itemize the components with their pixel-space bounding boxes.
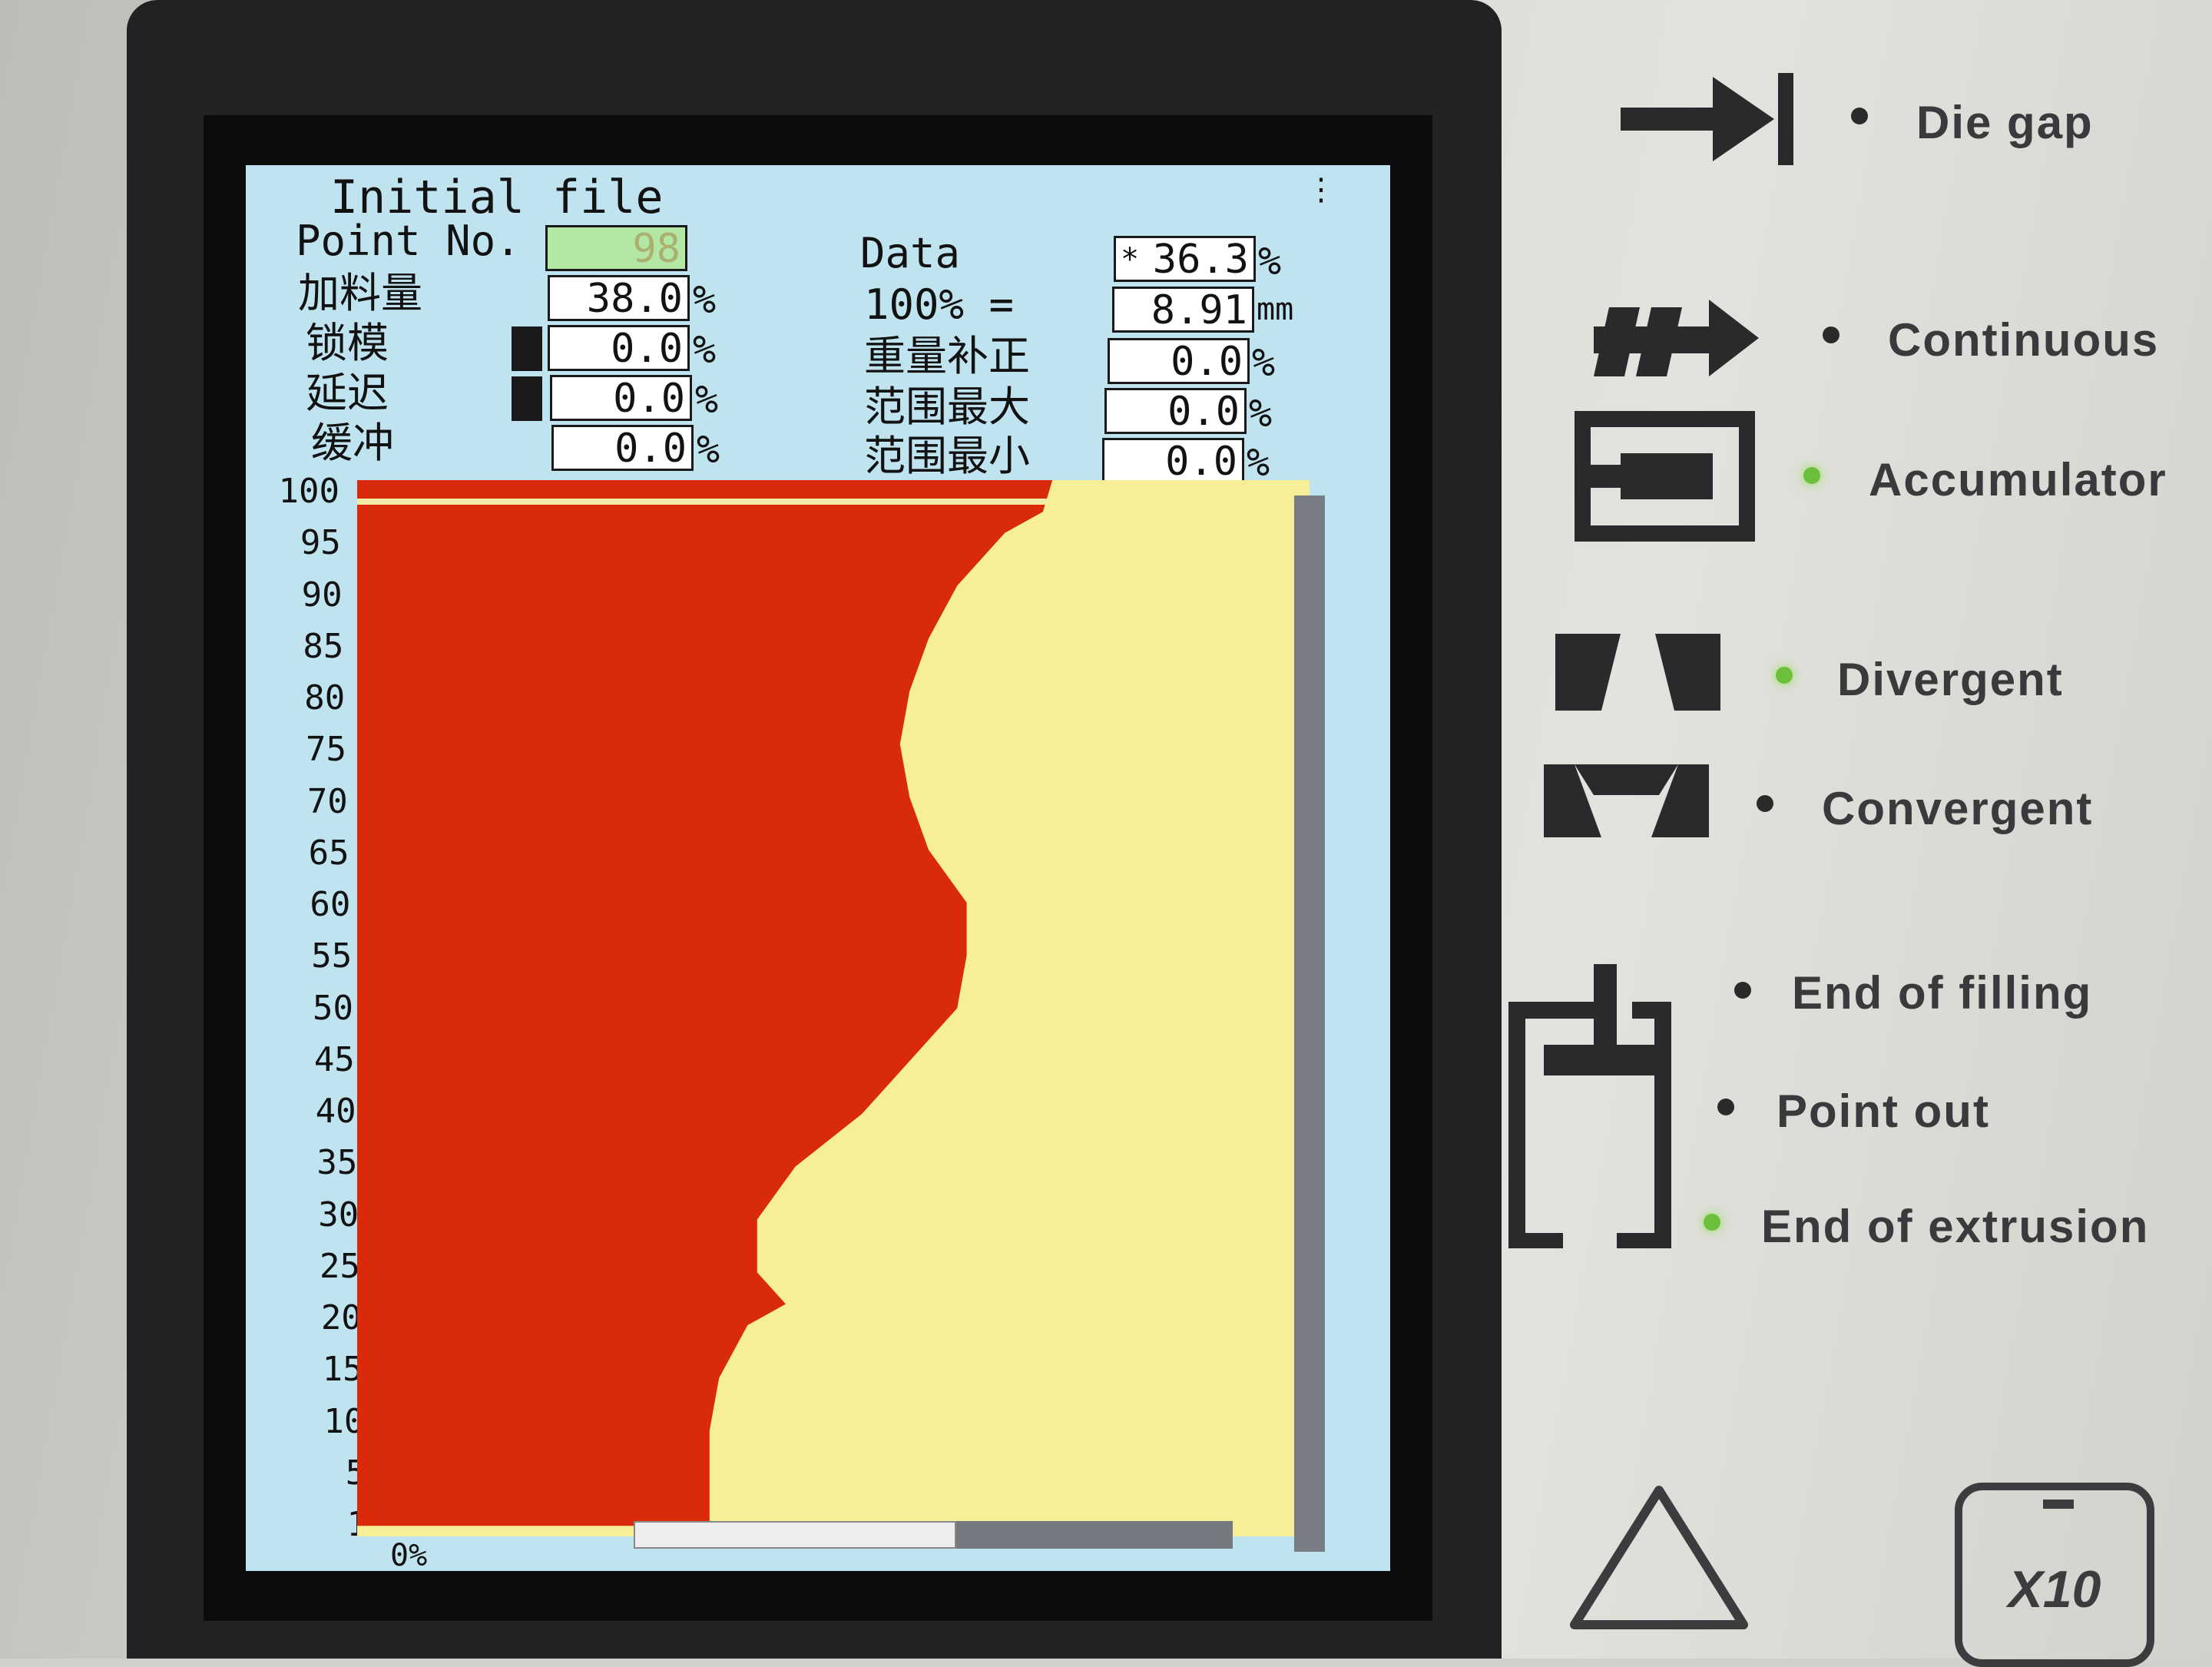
convergent-label[interactable]: Convergent (1822, 782, 2093, 835)
data-label: Data (860, 229, 961, 277)
hundred-unit: mm (1257, 292, 1294, 327)
die-gap-label[interactable]: Die gap (1916, 96, 2094, 149)
end-of-filling-led (1734, 982, 1751, 999)
accumulator-icon (1575, 411, 1755, 542)
data-prefix: * (1121, 242, 1140, 277)
die-gap-led (1851, 108, 1868, 124)
convergent-led (1757, 795, 1773, 812)
continuous-icon (1594, 300, 1759, 376)
feed-unit: % (693, 277, 717, 322)
y-tick-label: 45 (313, 1039, 355, 1079)
y-tick-label: 15 (322, 1350, 363, 1390)
end-of-extrusion-label[interactable]: End of extrusion (1761, 1200, 2149, 1253)
x10-key-indicator (2043, 1500, 2074, 1509)
buffer-unit: % (697, 427, 720, 472)
point-out-led (1717, 1099, 1734, 1115)
point-no-label: Point No. (296, 217, 521, 265)
vertical-scrollbar[interactable] (1294, 495, 1325, 1552)
y-tick-label: 70 (306, 781, 348, 821)
convergent-icon (1544, 764, 1709, 837)
horizontal-scroll-thumb[interactable] (634, 1521, 956, 1549)
delay-unit: % (695, 377, 719, 422)
parison-profile-chart[interactable] (357, 480, 1310, 1536)
y-tick-label: 40 (315, 1092, 356, 1131)
feed-label: 加料量 (298, 269, 422, 317)
buffer-field[interactable]: 0.0 (551, 425, 694, 471)
y-tick-label: 95 (300, 523, 341, 563)
y-tick-label: 60 (310, 885, 351, 924)
y-tick-label: 10 (323, 1401, 365, 1441)
continuous-label[interactable]: Continuous (1888, 313, 2159, 366)
y-tick-label: 50 (313, 988, 353, 1028)
lock-unit: % (693, 327, 717, 372)
x10-key-label: X10 (2008, 1560, 2101, 1619)
y-tick-label: 65 (308, 833, 349, 873)
fill-cylinder-icon (1508, 964, 1671, 1248)
point-out-label[interactable]: Point out (1777, 1085, 1990, 1138)
y-tick-label: 75 (306, 730, 346, 770)
range-min-label: 范围最小 (864, 432, 1030, 480)
range-min-field[interactable]: 0.0 (1102, 438, 1244, 484)
y-tick-label: 55 (311, 936, 353, 976)
hundred-label: 100% = (864, 280, 1015, 329)
lock-indicator (512, 326, 542, 371)
lock-label: 锁模 (306, 319, 389, 367)
y-tick-label: 80 (304, 678, 346, 718)
up-arrow-key[interactable] (1567, 1479, 1751, 1632)
y-tick-label: 100 (278, 472, 339, 511)
die-gap-icon (1621, 73, 1793, 165)
divergent-led (1776, 667, 1793, 684)
more-dots: ⋮ (1306, 172, 1336, 207)
divergent-label[interactable]: Divergent (1837, 653, 2064, 706)
delay-label: 延迟 (306, 369, 389, 417)
range-max-field[interactable]: 0.0 (1104, 388, 1247, 434)
y-tick-label: 90 (301, 575, 343, 615)
weight-label: 重量补正 (864, 332, 1030, 380)
end-of-extrusion-led (1704, 1214, 1720, 1231)
y-tick-label: 25 (320, 1246, 360, 1286)
range-max-label: 范围最大 (864, 383, 1030, 431)
range-min-unit: % (1247, 440, 1270, 485)
y-tick-label: 85 (303, 626, 344, 666)
y-tick-label: 35 (316, 1143, 358, 1183)
lock-field[interactable]: 0.0 (548, 325, 690, 371)
weight-unit: % (1252, 340, 1276, 385)
delay-field[interactable]: 0.0 (550, 375, 692, 421)
end-of-filling-label[interactable]: End of filling (1792, 966, 2092, 1019)
accumulator-led (1803, 467, 1820, 484)
delay-indicator (512, 376, 542, 421)
feed-field[interactable]: 38.0 (548, 275, 690, 321)
range-max-unit: % (1249, 391, 1273, 436)
hundred-field[interactable]: 8.91 (1112, 287, 1254, 333)
point-no-field[interactable]: 98 (545, 225, 687, 271)
continuous-led (1823, 326, 1839, 343)
screen-title: Initial file (330, 171, 664, 224)
accumulator-label[interactable]: Accumulator (1869, 453, 2167, 506)
x10-key[interactable]: X10 (1955, 1483, 2154, 1667)
buffer-label: 缓冲 (311, 419, 394, 467)
data-field[interactable]: * 36.3 (1114, 236, 1256, 282)
weight-field[interactable]: 0.0 (1108, 338, 1250, 384)
data-value: 36.3 (1152, 237, 1249, 282)
divergent-icon (1555, 634, 1720, 711)
lcd-screen: Initial file ⋮ Point No. 98 加料量 38.0 % 锁… (246, 165, 1390, 1571)
y-tick-label: 20 (320, 1298, 362, 1337)
y-tick-label: 30 (318, 1195, 359, 1235)
x-start-label: 0% (390, 1538, 428, 1571)
data-unit: % (1258, 239, 1282, 283)
